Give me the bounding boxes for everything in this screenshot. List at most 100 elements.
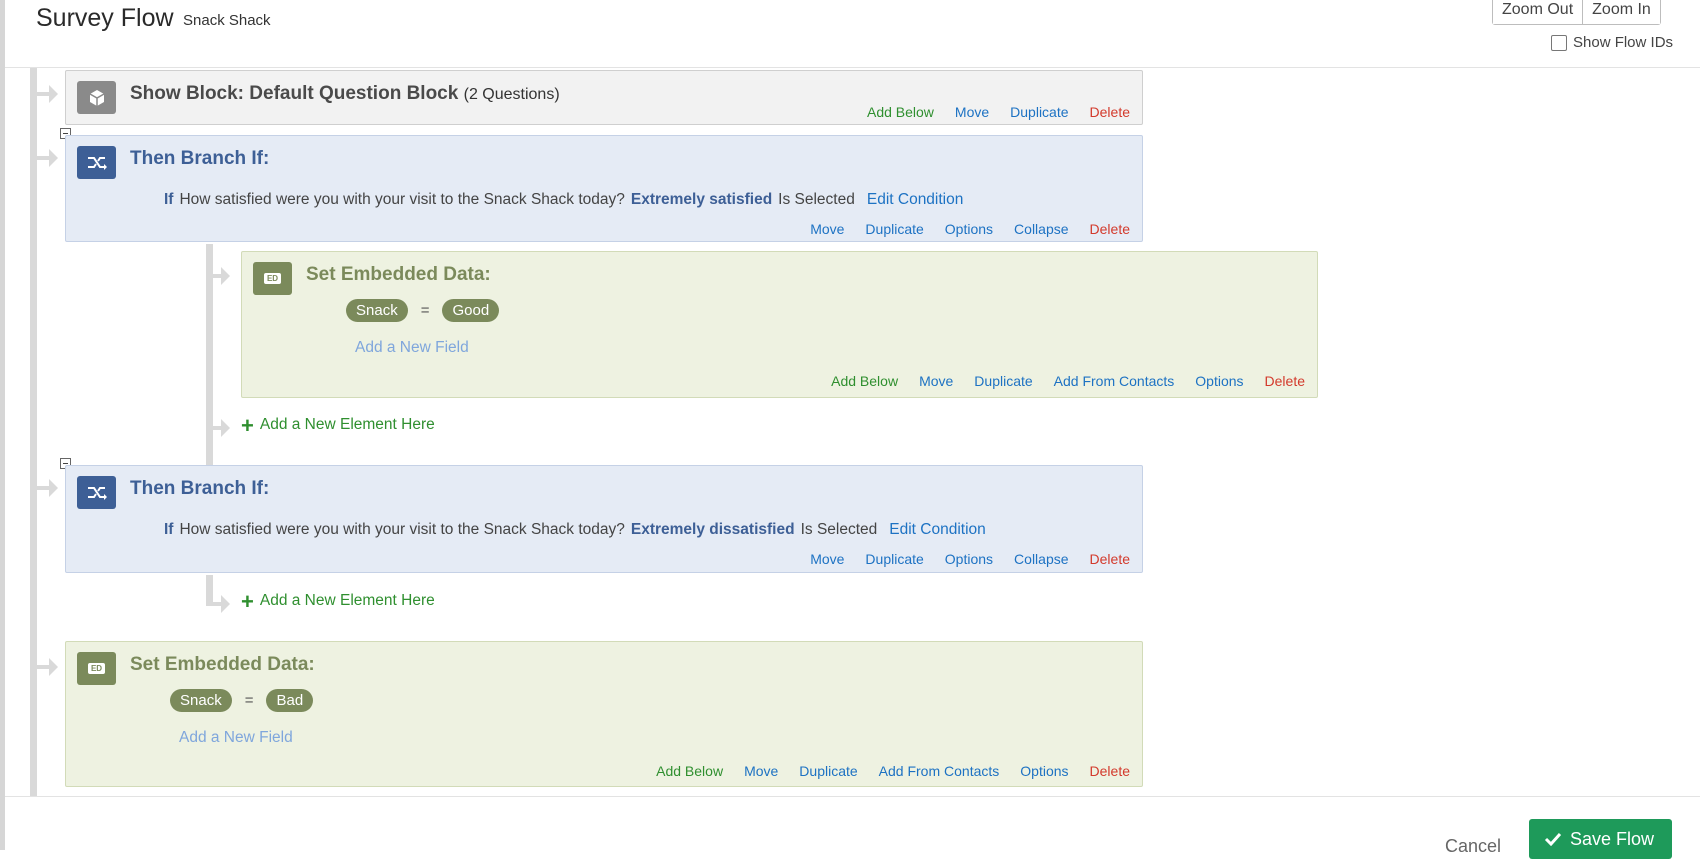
options-link[interactable]: Options: [1020, 763, 1068, 779]
branch-condition: If How satisfied were you with your visit…: [164, 521, 986, 539]
embedded-field-row: Snack = Bad: [170, 689, 314, 712]
field-name-pill[interactable]: Snack: [346, 299, 408, 322]
if-label: If: [164, 521, 174, 538]
embedded-actions: Add Below Move Duplicate Add From Contac…: [656, 763, 1130, 779]
branch-title: Then Branch If:: [130, 478, 270, 499]
page-title: Survey Flow: [36, 4, 174, 32]
add-new-element-link[interactable]: + Add a New Element Here: [241, 412, 435, 438]
move-link[interactable]: Move: [810, 551, 844, 567]
connector-arrow: [49, 479, 58, 497]
branch-icon: [77, 476, 116, 509]
embedded-data-icon: ED: [253, 262, 292, 295]
delete-link[interactable]: Delete: [1090, 551, 1130, 567]
block-title: Show Block: Default Question Block (2 Qu…: [130, 83, 560, 105]
show-flow-ids-toggle[interactable]: Show Flow IDs: [1551, 34, 1673, 51]
connector-arrow: [221, 595, 230, 613]
cancel-button[interactable]: Cancel: [1445, 836, 1501, 857]
survey-name: Snack Shack: [183, 12, 271, 29]
connector-arrow: [49, 85, 58, 103]
options-link[interactable]: Options: [945, 221, 993, 237]
condition-question: How satisfied were you with your visit t…: [179, 521, 625, 538]
embedded-title: Set Embedded Data:: [130, 654, 315, 675]
condition-answer: Extremely satisfied: [630, 191, 773, 208]
plus-icon: +: [241, 412, 254, 438]
branch-spine: [206, 244, 213, 498]
duplicate-link[interactable]: Duplicate: [1010, 104, 1068, 120]
branch-block[interactable]: Then Branch If: If How satisfied were you…: [65, 465, 1143, 573]
if-label: If: [164, 191, 174, 208]
embedded-field-row: Snack = Good: [346, 299, 500, 322]
move-link[interactable]: Move: [955, 104, 989, 120]
condition-operator: Is Selected: [778, 191, 855, 208]
collapse-link[interactable]: Collapse: [1014, 221, 1068, 237]
connector-arrow: [49, 149, 58, 167]
duplicate-link[interactable]: Duplicate: [799, 763, 857, 779]
add-new-field-link[interactable]: Add a New Field: [179, 729, 293, 747]
condition-operator: Is Selected: [800, 521, 878, 538]
zoom-out-button[interactable]: Zoom Out: [1493, 0, 1583, 24]
show-block[interactable]: Show Block: Default Question Block (2 Qu…: [65, 70, 1143, 125]
dialog-footer: Cancel Save Flow: [5, 796, 1700, 859]
embedded-data-block[interactable]: ED Set Embedded Data: Snack = Bad Add a …: [65, 641, 1143, 787]
add-below-link[interactable]: Add Below: [831, 373, 898, 389]
block-icon: [77, 81, 116, 114]
condition-answer: Extremely dissatisfied: [630, 521, 795, 538]
delete-link[interactable]: Delete: [1265, 373, 1305, 389]
save-flow-label: Save Flow: [1570, 828, 1655, 849]
add-new-field-link[interactable]: Add a New Field: [355, 339, 469, 357]
add-below-link[interactable]: Add Below: [656, 763, 723, 779]
add-from-contacts-link[interactable]: Add From Contacts: [1054, 373, 1175, 389]
branch-condition: If How satisfied were you with your visit…: [164, 191, 963, 209]
add-below-link[interactable]: Add Below: [867, 104, 934, 120]
branch-spine: [206, 575, 213, 605]
embedded-data-block[interactable]: ED Set Embedded Data: Snack = Good Add a…: [241, 251, 1318, 398]
edit-condition-link[interactable]: Edit Condition: [867, 191, 964, 208]
add-from-contacts-link[interactable]: Add From Contacts: [879, 763, 1000, 779]
duplicate-link[interactable]: Duplicate: [865, 551, 923, 567]
delete-link[interactable]: Delete: [1090, 104, 1130, 120]
flow-spine: [30, 68, 37, 796]
block-actions: Add Below Move Duplicate Delete: [867, 104, 1130, 120]
connector-arrow: [221, 267, 230, 285]
question-count: (2 Questions): [463, 86, 560, 103]
condition-question: How satisfied were you with your visit t…: [179, 191, 625, 208]
field-value-pill[interactable]: Bad: [266, 689, 314, 712]
add-new-element-label: Add a New Element Here: [259, 416, 435, 433]
move-link[interactable]: Move: [810, 221, 844, 237]
zoom-controls: Zoom Out Zoom In: [1492, 0, 1661, 25]
show-flow-ids-checkbox[interactable]: [1551, 34, 1567, 51]
add-new-element-link[interactable]: + Add a New Element Here: [241, 588, 435, 614]
move-link[interactable]: Move: [744, 763, 778, 779]
branch-icon: [77, 146, 116, 179]
plus-icon: +: [241, 588, 254, 614]
connector-arrow: [49, 658, 58, 676]
move-link[interactable]: Move: [919, 373, 953, 389]
options-link[interactable]: Options: [945, 551, 993, 567]
options-link[interactable]: Options: [1195, 373, 1243, 389]
branch-title: Then Branch If:: [130, 148, 270, 169]
delete-link[interactable]: Delete: [1090, 221, 1130, 237]
field-value-pill[interactable]: Good: [442, 299, 500, 322]
flow-canvas[interactable]: Show Block: Default Question Block (2 Qu…: [5, 68, 1700, 796]
duplicate-link[interactable]: Duplicate: [865, 221, 923, 237]
delete-link[interactable]: Delete: [1090, 763, 1130, 779]
field-name-pill[interactable]: Snack: [170, 689, 232, 712]
duplicate-link[interactable]: Duplicate: [974, 373, 1032, 389]
add-new-element-label: Add a New Element Here: [259, 592, 435, 609]
equals-sign: =: [420, 302, 430, 319]
embedded-data-icon: ED: [77, 652, 116, 685]
zoom-in-button[interactable]: Zoom In: [1582, 0, 1660, 24]
show-flow-ids-label: Show Flow IDs: [1573, 34, 1674, 51]
edit-condition-link[interactable]: Edit Condition: [889, 521, 986, 538]
survey-flow-header: Survey Flow Snack Shack Zoom Out Zoom In…: [5, 0, 1700, 68]
branch-block[interactable]: Then Branch If: If How satisfied were you…: [65, 135, 1143, 242]
embedded-title: Set Embedded Data:: [306, 264, 491, 285]
branch-actions: Move Duplicate Options Collapse Delete: [810, 221, 1130, 237]
collapse-link[interactable]: Collapse: [1014, 551, 1068, 567]
block-name: Show Block: Default Question Block: [130, 83, 459, 104]
equals-sign: =: [244, 692, 254, 709]
embedded-actions: Add Below Move Duplicate Add From Contac…: [831, 373, 1305, 389]
save-flow-button[interactable]: Save Flow: [1529, 819, 1672, 859]
checkmark-icon: [1544, 832, 1562, 846]
branch-actions: Move Duplicate Options Collapse Delete: [810, 551, 1130, 567]
